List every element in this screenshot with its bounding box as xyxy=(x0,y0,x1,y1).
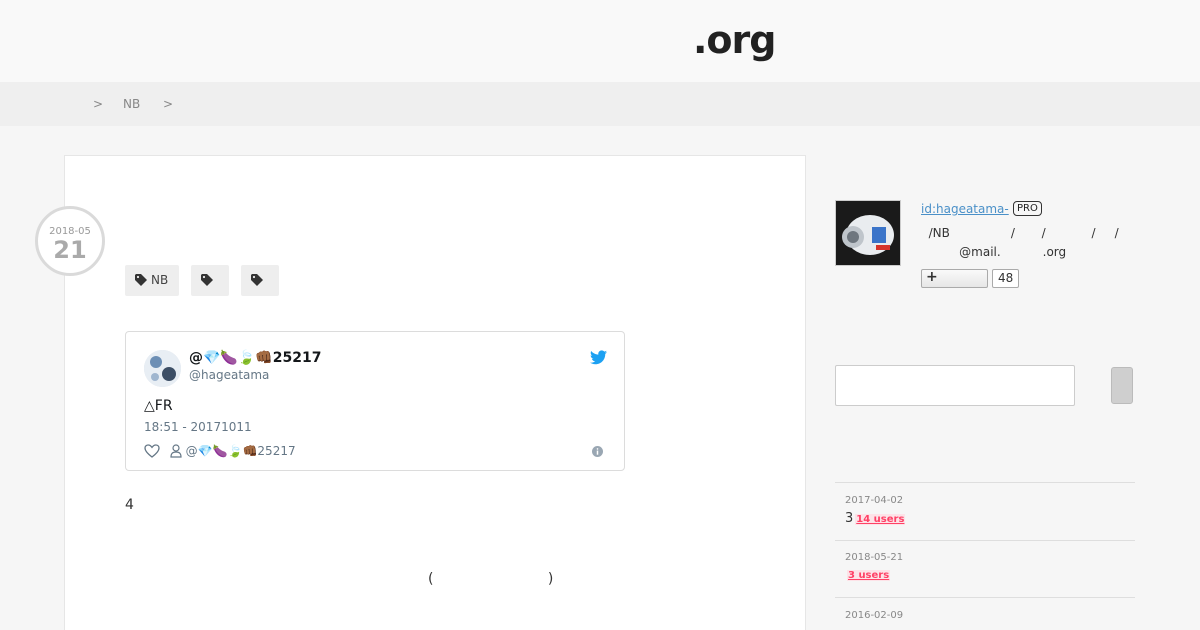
profile-id-link[interactable]: id:hageatama- xyxy=(921,202,1009,216)
person-icon xyxy=(170,444,182,458)
related-entry-date: 2016-02-09 xyxy=(845,610,904,621)
tweet-display-name[interactable]: @💎🍆🍃👊🏾25217 xyxy=(189,350,321,366)
entry-date: 2018-05 21 xyxy=(35,206,105,276)
related-entry[interactable]: 2017-04-02 3 14 users xyxy=(835,482,1135,540)
related-entry-title[interactable]: 3 14 users xyxy=(845,511,906,526)
entry-date-day: 21 xyxy=(53,236,87,264)
profile-description: /NB / / / / xyxy=(921,226,1119,240)
entry-body-text: 4 xyxy=(125,497,134,513)
breadcrumb-separator: > xyxy=(93,97,104,111)
profile-avatar[interactable] xyxy=(835,200,901,266)
entry-tag[interactable] xyxy=(241,265,279,296)
tag-icon xyxy=(201,274,213,286)
related-entry-date: 2017-04-02 xyxy=(845,495,904,506)
tweet-user-line[interactable]: @💎🍆🍃👊🏾25217 xyxy=(186,444,296,458)
tweet-avatar[interactable] xyxy=(144,350,181,387)
tag-icon xyxy=(135,274,147,286)
bookmark-users-badge[interactable]: 14 users xyxy=(855,514,906,525)
related-entry-title[interactable]: 3 users xyxy=(845,567,891,582)
breadcrumb-item-category[interactable]: NB xyxy=(123,97,140,111)
site-header: .org xyxy=(0,0,1200,82)
twitter-bird-icon[interactable] xyxy=(590,350,607,365)
entry-tag-nb[interactable]: NB xyxy=(125,265,179,296)
search-button[interactable] xyxy=(1111,367,1133,404)
tag-icon xyxy=(251,274,263,286)
follower-count[interactable]: 48 xyxy=(992,269,1020,288)
tweet-actions: @💎🍆🍃👊🏾25217 xyxy=(144,444,296,458)
info-icon[interactable] xyxy=(592,446,603,457)
related-entry[interactable]: 2018-05-21 3 users xyxy=(835,540,1135,598)
site-title[interactable]: .org xyxy=(693,18,776,62)
tweet-handle[interactable]: @hageatama xyxy=(189,368,269,382)
related-entry[interactable]: 2016-02-09 xyxy=(835,597,1135,630)
entry-body-text: ( ) xyxy=(428,571,554,587)
follow-button[interactable]: + xyxy=(921,269,988,288)
breadcrumb-separator: > xyxy=(163,97,174,111)
tweet-text: △FR xyxy=(144,398,173,414)
search-input[interactable] xyxy=(835,365,1075,406)
heart-icon[interactable] xyxy=(144,444,160,458)
pro-badge: PRO xyxy=(1013,201,1042,216)
tweet-timestamp[interactable]: 18:51 - 20171011 xyxy=(144,420,252,434)
tag-label: NB xyxy=(151,273,169,287)
bookmark-users-badge[interactable]: 3 users xyxy=(847,570,891,581)
embedded-tweet[interactable]: @💎🍆🍃👊🏾25217 @hageatama △FR 18:51 - 20171… xyxy=(125,331,625,471)
profile-description: @mail. .org xyxy=(921,245,1067,259)
related-entry-date: 2018-05-21 xyxy=(845,552,904,563)
plus-icon: + xyxy=(926,269,938,285)
entry-tag[interactable] xyxy=(191,265,229,296)
breadcrumb: > NB > xyxy=(0,82,1200,126)
